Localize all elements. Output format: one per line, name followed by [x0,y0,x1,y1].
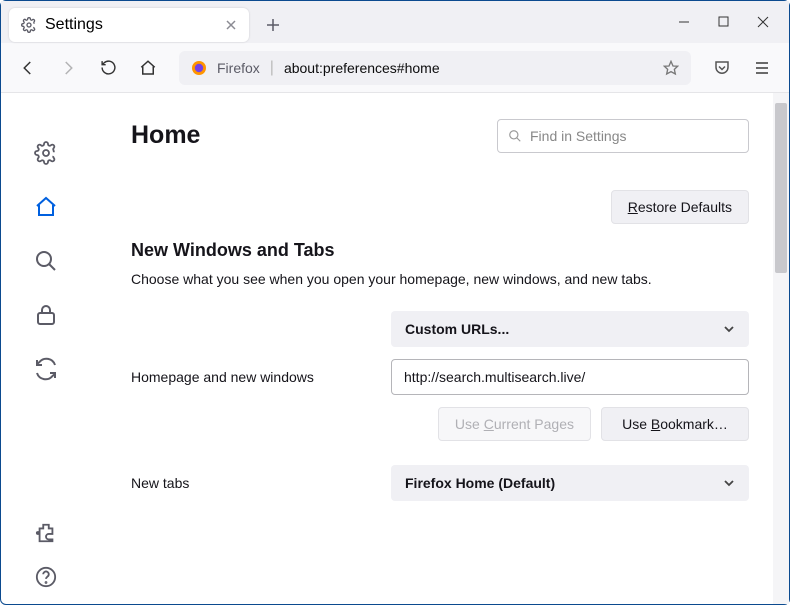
sidebar-item-privacy[interactable] [34,303,58,327]
chevron-down-icon [723,477,735,489]
search-icon [508,129,522,143]
firefox-icon [191,60,207,76]
sidebar-item-help[interactable] [35,566,57,588]
tab-title: Settings [45,16,103,34]
homepage-mode-select[interactable]: Custom URLs... [391,311,749,347]
reload-button[interactable] [91,51,125,85]
settings-main: Home Restore Defaults New Windows and Ta… [91,93,789,604]
scrollbar-thumb[interactable] [775,103,787,273]
back-button[interactable] [11,51,45,85]
select-value: Custom URLs... [405,321,509,337]
settings-sidebar [1,93,91,604]
vertical-scrollbar[interactable] [773,93,789,604]
tab-settings[interactable]: Settings [9,8,249,42]
sidebar-item-search[interactable] [34,249,58,273]
gear-icon [21,17,37,33]
homepage-url-input[interactable] [391,359,749,395]
use-current-pages-button[interactable]: Use Current Pages [438,407,591,441]
newtabs-label: New tabs [131,475,391,491]
newtabs-mode-select[interactable]: Firefox Home (Default) [391,465,749,501]
new-tab-button[interactable] [257,9,289,41]
restore-defaults-button[interactable]: Restore Defaults [611,190,749,224]
minimize-icon[interactable] [678,16,690,28]
sidebar-item-extensions[interactable] [35,522,57,544]
chevron-down-icon [723,323,735,335]
settings-search[interactable] [497,119,749,153]
pocket-button[interactable] [705,51,739,85]
forward-button[interactable] [51,51,85,85]
close-icon[interactable] [225,19,237,31]
section-description: Choose what you see when you open your h… [131,271,749,287]
maximize-icon[interactable] [718,16,729,28]
app-menu-button[interactable] [745,51,779,85]
sidebar-item-sync[interactable] [34,357,58,381]
url-text: about:preferences#home [284,60,440,76]
homepage-label: Homepage and new windows [131,369,391,385]
content-area: Home Restore Defaults New Windows and Ta… [1,93,789,604]
window-controls [678,16,781,28]
tab-strip: Settings [1,1,789,43]
nav-toolbar: Firefox | about:preferences#home [1,43,789,93]
settings-search-input[interactable] [530,128,738,144]
section-title: New Windows and Tabs [131,240,749,261]
home-button[interactable] [131,51,165,85]
use-bookmark-button[interactable]: Use Bookmark… [601,407,749,441]
url-bar[interactable]: Firefox | about:preferences#home [179,51,691,85]
select-value: Firefox Home (Default) [405,475,555,491]
urlbar-separator: | [270,59,274,77]
close-window-icon[interactable] [757,16,769,28]
identity-label: Firefox [217,60,260,76]
sidebar-item-home[interactable] [34,195,58,219]
sidebar-item-general[interactable] [34,141,58,165]
bookmark-star-icon[interactable] [663,60,679,76]
